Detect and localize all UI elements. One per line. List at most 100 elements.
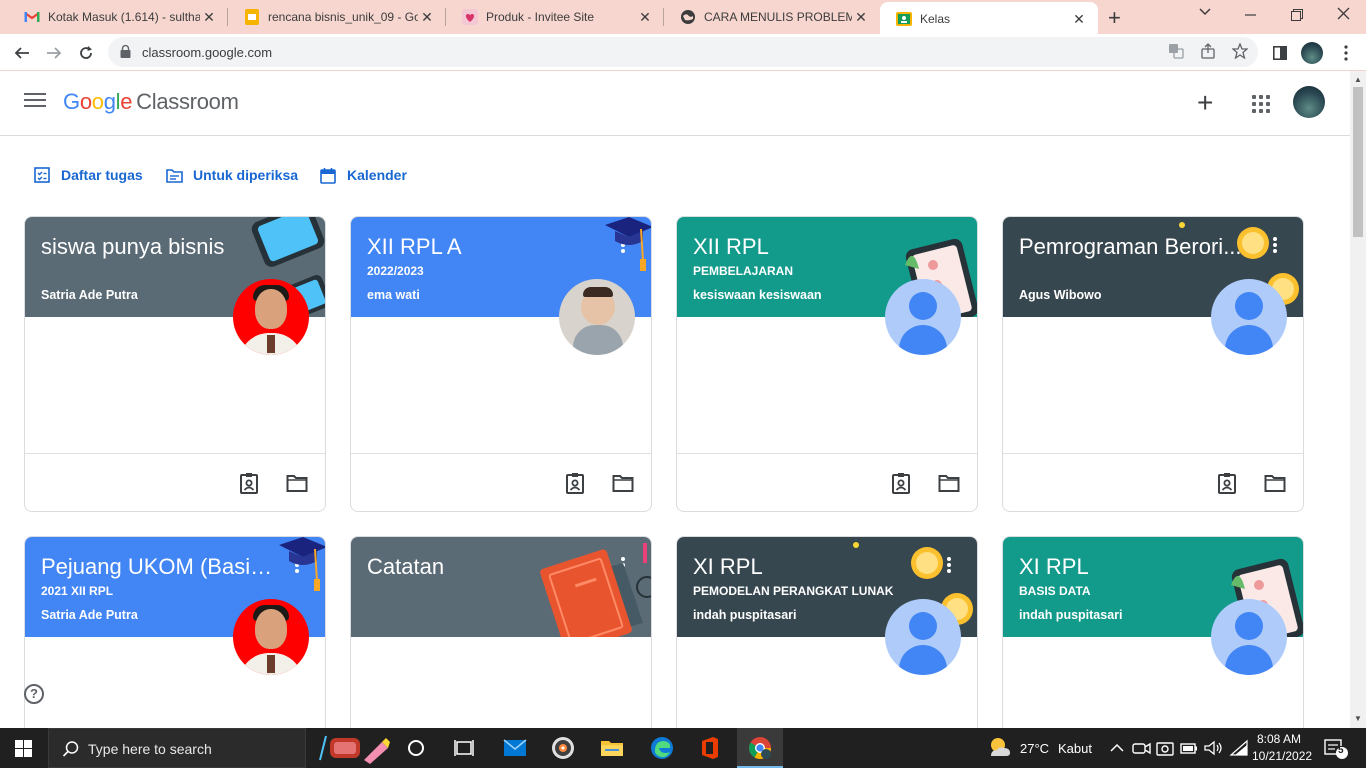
assignments-icon[interactable] [238, 472, 260, 494]
class-title[interactable]: XI RPL [1019, 554, 1255, 580]
teacher-avatar [885, 599, 961, 675]
chrome-taskbar-app[interactable] [737, 728, 783, 768]
browser-menu-icon[interactable] [1334, 41, 1358, 65]
clock-date[interactable]: 10/21/2022 [1252, 749, 1312, 763]
close-tab-icon[interactable]: ✕ [636, 9, 654, 26]
translate-icon[interactable] [1168, 43, 1184, 62]
reload-icon[interactable] [74, 41, 98, 65]
class-title[interactable]: Pejuang UKOM (Basis... [41, 554, 277, 580]
teacher-avatar [1211, 599, 1287, 675]
google-classroom-logo[interactable]: Google Classroom [63, 89, 239, 115]
lock-icon [120, 44, 131, 63]
class-card[interactable]: XI RPL BASIS DATA indah puspitasari [1002, 536, 1304, 728]
todo-list-icon [33, 166, 51, 184]
class-card[interactable]: Catatan [350, 536, 652, 728]
close-window-icon[interactable] [1337, 7, 1350, 24]
task-view-icon[interactable] [452, 736, 476, 760]
scroll-up-icon[interactable]: ▲ [1354, 75, 1362, 84]
teacher-avatar [233, 599, 309, 675]
class-card[interactable]: XII RPL A 2022/2023 ema wati [350, 216, 652, 512]
browser-tab-strip: Kotak Masuk (1.614) - sulthar ✕ rencana … [0, 0, 1366, 36]
teacher-avatar [885, 279, 961, 355]
close-tab-icon[interactable]: ✕ [1070, 11, 1088, 28]
globe-icon [680, 9, 696, 25]
gmail-icon [24, 9, 40, 25]
taskbar-search-box[interactable]: Type here to search [48, 728, 306, 768]
search-highlight-icon[interactable] [316, 730, 392, 766]
class-section: 2021 XII RPL [41, 584, 114, 598]
class-card-header[interactable]: Catatan [351, 537, 651, 637]
scroll-down-icon[interactable]: ▼ [1354, 714, 1362, 723]
office-icon[interactable] [698, 736, 722, 760]
show-hidden-icons[interactable] [1107, 736, 1131, 760]
main-menu-icon[interactable] [24, 93, 46, 111]
browser-tab-invitee[interactable]: Produk - Invitee Site ✕ [446, 0, 664, 34]
minimize-icon[interactable] [1245, 2, 1257, 26]
teacher-avatar [1211, 279, 1287, 355]
close-tab-icon[interactable]: ✕ [852, 9, 870, 26]
calendar-link[interactable]: Kalender [319, 166, 407, 184]
assignments-icon[interactable] [1216, 472, 1238, 494]
weather-text: Kabut [1058, 741, 1092, 756]
meet-now-icon[interactable] [1131, 736, 1155, 760]
class-title[interactable]: XII RPL [693, 234, 929, 260]
wifi-icon[interactable] [1229, 736, 1253, 760]
review-link[interactable]: Untuk diperiksa [165, 166, 298, 184]
account-avatar[interactable] [1293, 86, 1325, 118]
page-scrollbar[interactable]: ▲ ▼ [1350, 71, 1366, 728]
photos-tray-icon[interactable] [1155, 736, 1179, 760]
class-card[interactable]: siswa punya bisnis Satria Ade Putra [24, 216, 326, 512]
class-title[interactable]: XII RPL A [367, 234, 603, 260]
class-card[interactable]: Pemrograman Berori... Agus Wibowo [1002, 216, 1304, 512]
share-icon[interactable] [1200, 43, 1216, 62]
class-teacher: kesiswaan kesiswaan [693, 288, 822, 302]
assignments-icon[interactable] [564, 472, 586, 494]
help-icon[interactable]: ? [24, 684, 44, 704]
windows-taskbar: Type here to search 27°C Kabut 8:08 AM 1… [0, 728, 1366, 768]
close-tab-icon[interactable]: ✕ [418, 9, 436, 26]
class-card[interactable]: XII RPL PEMBELAJARAN kesiswaan kesiswaan [676, 216, 978, 512]
side-panel-icon[interactable] [1268, 41, 1292, 65]
folder-icon[interactable] [612, 472, 634, 494]
browser-tab-article[interactable]: CARA MENULIS PROBLEM ST ✕ [664, 0, 880, 34]
windows-start-icon[interactable] [15, 740, 32, 757]
folder-icon[interactable] [938, 472, 960, 494]
bookmark-star-icon[interactable] [1231, 42, 1249, 62]
assignments-icon[interactable] [890, 472, 912, 494]
battery-icon[interactable] [1179, 736, 1203, 760]
tab-search-icon[interactable] [1198, 4, 1212, 22]
media-player-icon[interactable] [551, 736, 575, 760]
folder-icon[interactable] [1264, 472, 1286, 494]
file-explorer-icon[interactable] [600, 736, 624, 760]
temperature-text: 27°C [1020, 741, 1050, 756]
browser-tab-classroom[interactable]: Kelas ✕ [880, 2, 1098, 36]
new-tab-icon[interactable]: + [1108, 5, 1121, 31]
profile-icon[interactable] [1300, 41, 1324, 65]
class-card[interactable]: XI RPL PEMODELAN PERANGKAT LUNAK indah p… [676, 536, 978, 728]
forward-icon[interactable] [42, 41, 66, 65]
add-class-icon[interactable]: + [1197, 89, 1213, 117]
notifications-icon[interactable]: 5 [1323, 736, 1348, 760]
weather-icon[interactable] [987, 736, 1011, 760]
todo-link[interactable]: Daftar tugas [33, 166, 143, 184]
google-apps-icon[interactable] [1252, 95, 1270, 113]
close-tab-icon[interactable]: ✕ [200, 9, 218, 26]
scroll-thumb[interactable] [1353, 87, 1363, 237]
class-teacher: Satria Ade Putra [41, 608, 138, 622]
back-icon[interactable] [10, 41, 34, 65]
class-card-footer [677, 454, 977, 510]
browser-tab-slides[interactable]: rencana bisnis_unik_09 - Goo ✕ [228, 0, 446, 34]
class-card[interactable]: Pejuang UKOM (Basis... 2021 XII RPL Satr… [24, 536, 326, 728]
browser-tab-gmail[interactable]: Kotak Masuk (1.614) - sulthar ✕ [8, 0, 228, 34]
address-bar[interactable]: classroom.google.com [108, 37, 1258, 67]
folder-icon[interactable] [286, 472, 308, 494]
url-text: classroom.google.com [142, 45, 273, 60]
restore-icon[interactable] [1291, 8, 1303, 25]
mail-app-icon[interactable] [503, 736, 527, 760]
edge-browser-icon[interactable] [650, 736, 674, 760]
clock-time[interactable]: 8:08 AM [1257, 732, 1301, 746]
class-teacher: Satria Ade Putra [41, 288, 138, 302]
folder-review-icon [165, 166, 183, 184]
cortana-icon[interactable] [404, 736, 428, 760]
volume-icon[interactable] [1203, 736, 1227, 760]
